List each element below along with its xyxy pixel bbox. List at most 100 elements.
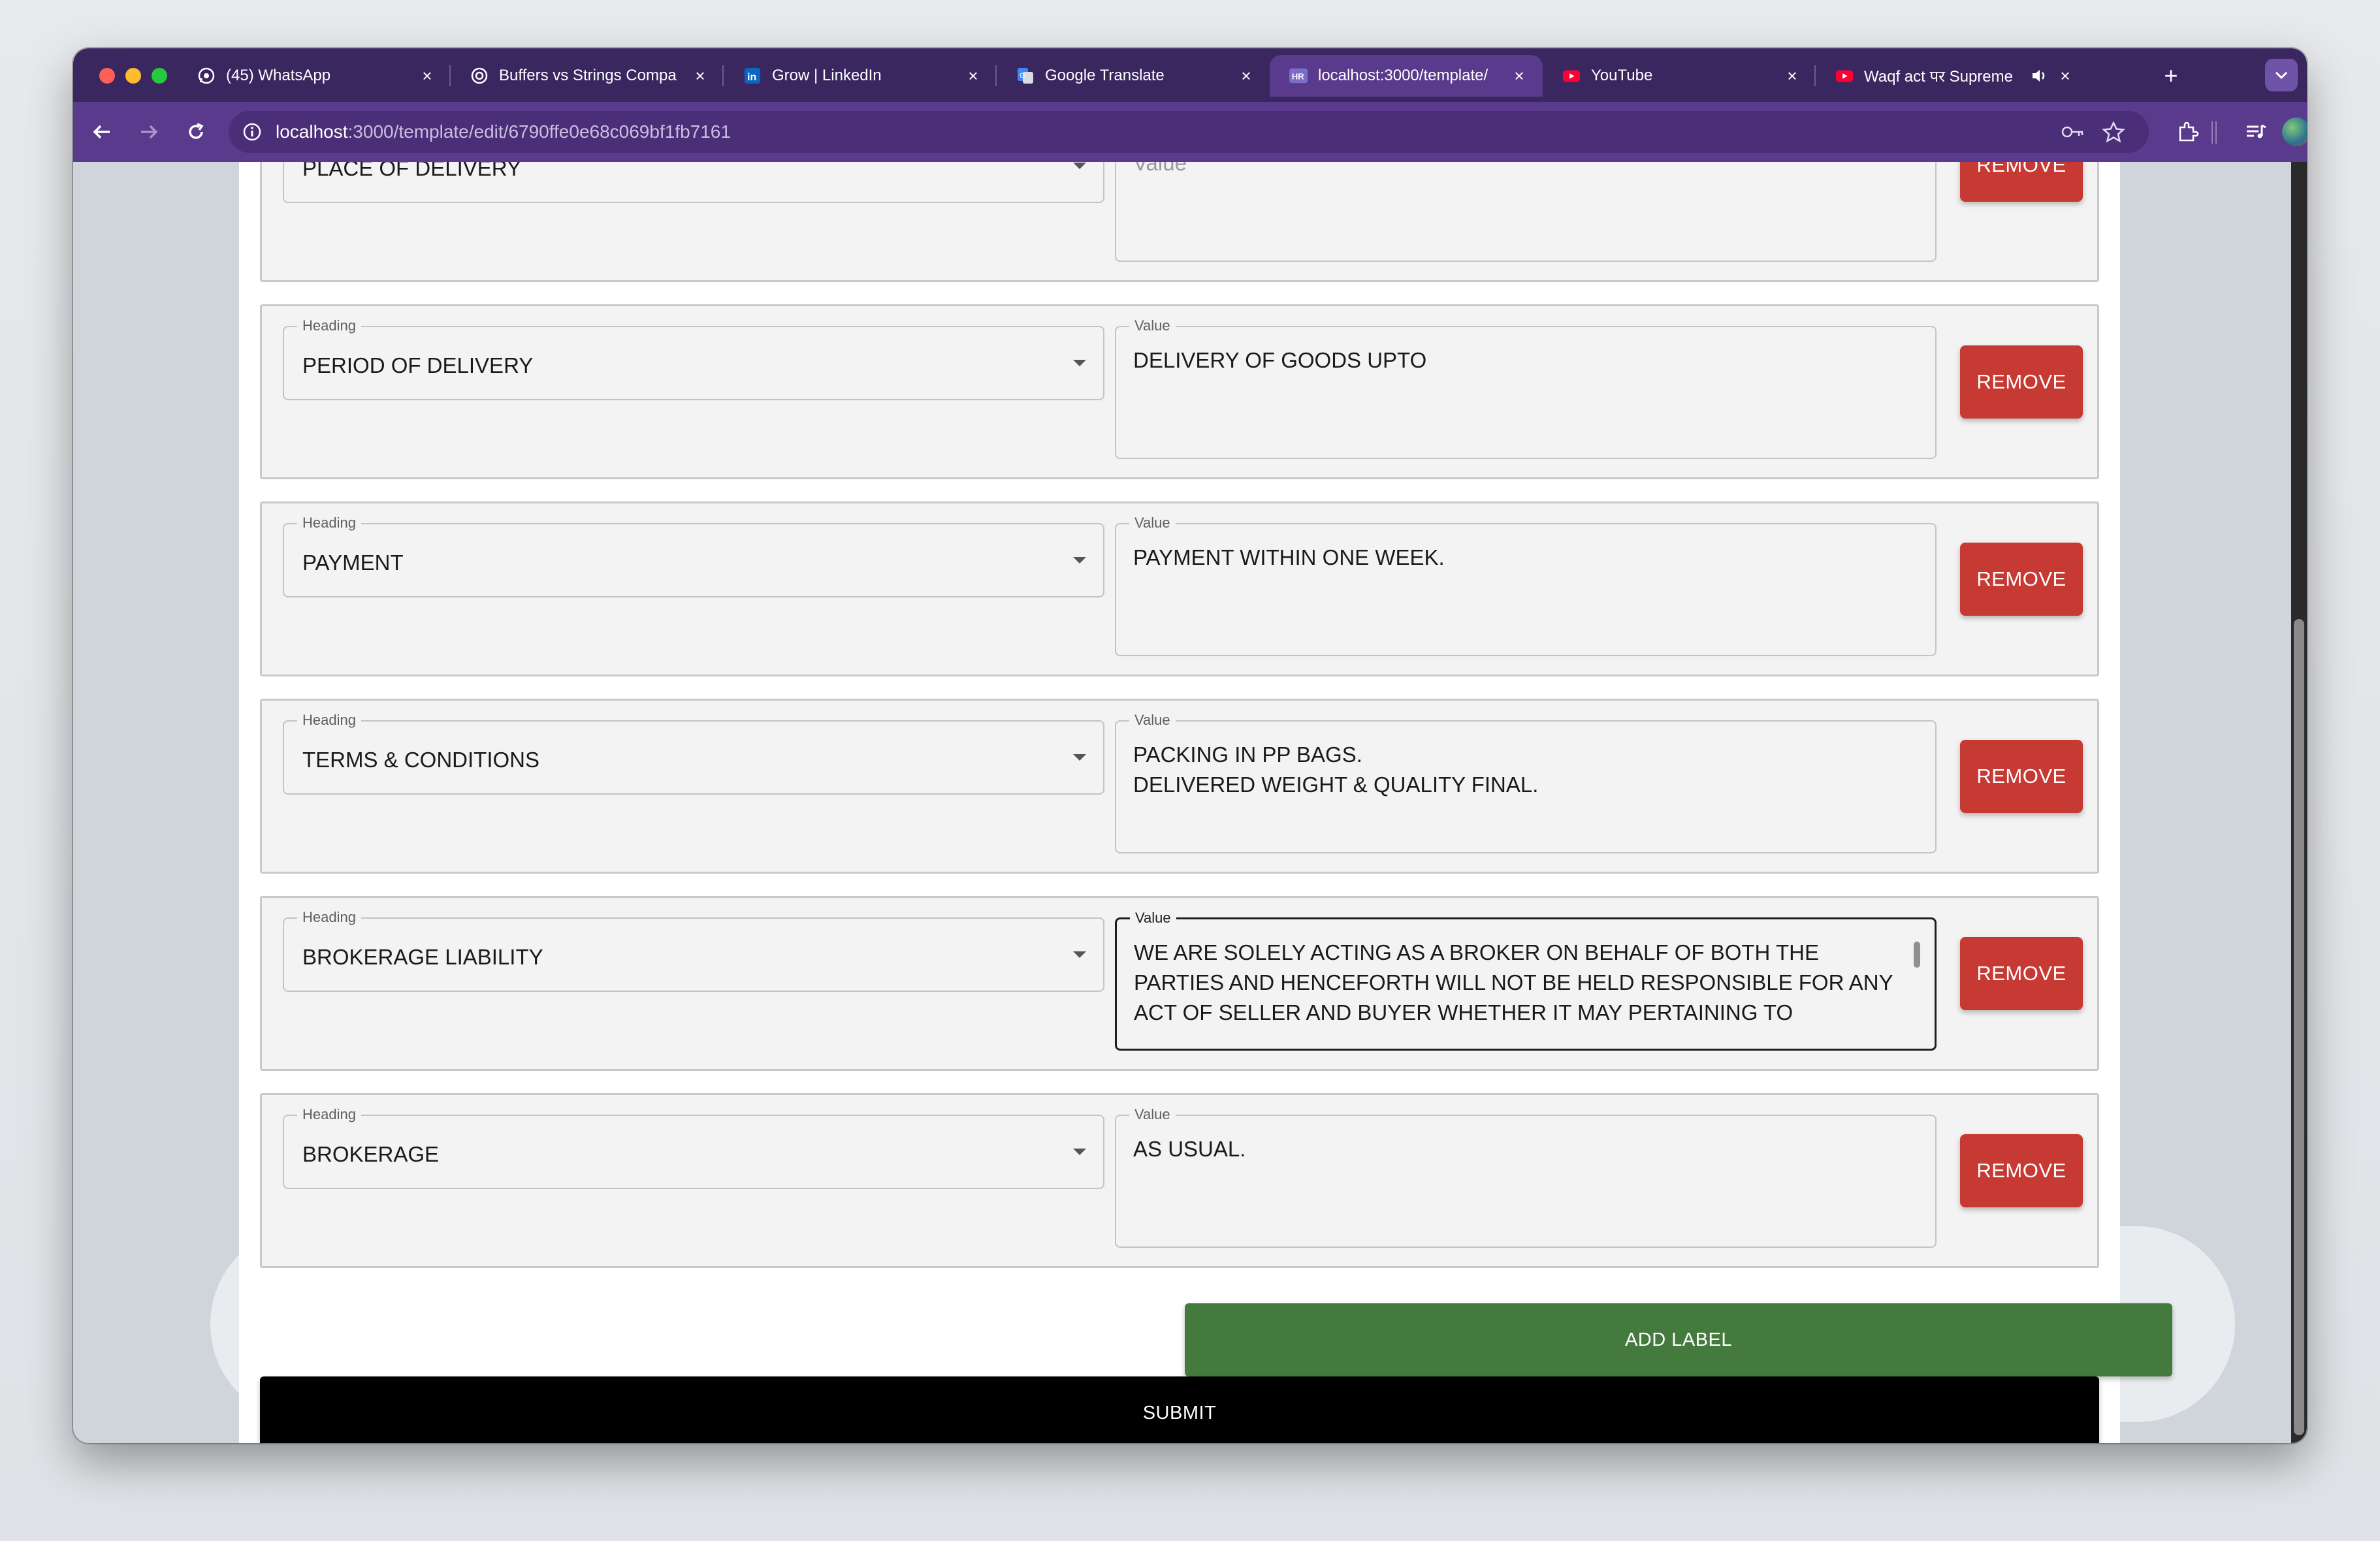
page-scrollbar[interactable] [2291, 162, 2307, 1443]
value-text: WE ARE SOLELY ACTING AS A BROKER ON BEHA… [1134, 940, 1893, 1025]
tab-buffers-vs-strings[interactable]: Buffers vs Strings Compa × [451, 55, 724, 97]
tab-title: localhost:3000/template/ [1318, 67, 1488, 84]
google-translate-icon: G [1016, 67, 1035, 85]
close-tab-icon[interactable]: × [691, 66, 709, 86]
password-key-icon[interactable] [2061, 120, 2085, 144]
close-tab-icon[interactable]: × [1237, 66, 1255, 86]
tab-localhost-template[interactable]: HR localhost:3000/template/ × [1270, 55, 1543, 97]
heading-select[interactable]: Heading PERIOD OF DELIVERY [283, 317, 1104, 400]
value-field-label: Value [1129, 711, 1176, 729]
dropdown-caret-icon[interactable] [1073, 951, 1086, 958]
profile-avatar[interactable] [2282, 118, 2307, 146]
label-row: Heading BROKERAGE Value AS USUAL. REMOVE [260, 1093, 2099, 1268]
tab-title: (45) WhatsApp [226, 67, 331, 84]
forward-arrow-icon[interactable] [133, 116, 165, 148]
dropdown-caret-icon[interactable] [1073, 1149, 1086, 1155]
heading-value: PLACE OF DELIVERY [302, 162, 522, 180]
new-tab-icon[interactable]: + [2158, 62, 2184, 89]
close-tab-icon[interactable]: × [1783, 66, 1801, 86]
heading-select[interactable]: Heading BROKERAGE [283, 1105, 1104, 1189]
heading-select[interactable]: Heading TERMS & CONDITIONS [283, 711, 1104, 795]
value-field-label: Value [1129, 317, 1176, 335]
remove-button[interactable]: REMOVE [1960, 162, 2083, 202]
tab-youtube[interactable]: YouTube × [1543, 55, 1816, 97]
bookmark-star-icon[interactable] [2102, 120, 2125, 144]
close-tab-icon[interactable]: × [2056, 66, 2074, 86]
value-text: AS USUAL. [1133, 1137, 1246, 1161]
remove-button[interactable]: REMOVE [1960, 543, 2083, 616]
hr-icon: HR [1289, 67, 1308, 85]
page-scroll-thumb[interactable] [2294, 619, 2304, 1435]
address-bar[interactable]: localhost:3000/template/edit/6790ffe0e68… [229, 111, 2149, 153]
heading-field-label: Heading [297, 908, 361, 927]
heading-value: TERMS & CONDITIONS [302, 748, 540, 772]
reload-icon[interactable] [180, 116, 212, 148]
whatsapp-icon [197, 67, 216, 85]
remove-button[interactable]: REMOVE [1960, 1134, 2083, 1207]
tab-title: Waqf act पर Supreme [1864, 67, 2013, 86]
heading-select[interactable]: Heading BROKERAGE LIABILITY [283, 908, 1104, 992]
tab-whatsapp[interactable]: (45) WhatsApp × [178, 55, 451, 97]
browser-toolbar: localhost:3000/template/edit/6790ffe0e68… [73, 102, 2307, 162]
heading-field-label: Heading [297, 317, 361, 335]
close-tab-icon[interactable]: × [964, 66, 982, 86]
dropdown-caret-icon[interactable] [1073, 754, 1086, 761]
tab-google-translate[interactable]: G Google Translate × [997, 55, 1270, 97]
remove-button[interactable]: REMOVE [1960, 740, 2083, 813]
heading-value: PAYMENT [302, 550, 404, 575]
heading-field-label: Heading [297, 514, 361, 532]
browser-window: (45) WhatsApp × Buffers vs Strings Compa… [73, 48, 2307, 1443]
label-row: Heading BROKERAGE LIABILITY Value WE ARE… [260, 896, 2099, 1071]
speaker-icon[interactable] [2030, 68, 2050, 84]
youtube-icon [1835, 67, 1854, 85]
value-text: PACKING IN PP BAGS. DELIVERED WEIGHT & Q… [1133, 742, 1539, 797]
chatgpt-icon [470, 67, 489, 85]
tab-strip: (45) WhatsApp × Buffers vs Strings Compa… [73, 48, 2307, 102]
page-viewport: Heading PLACE OF DELIVERY Value Value RE… [73, 162, 2307, 1443]
value-text: PAYMENT WITHIN ONE WEEK. [1133, 545, 1445, 569]
value-textarea[interactable]: Value DELIVERY OF GOODS UPTO [1115, 317, 1937, 459]
extensions-puzzle-icon[interactable] [2172, 116, 2204, 148]
site-info-icon[interactable] [242, 121, 263, 142]
tab-waqf-act[interactable]: Waqf act पर Supreme × [1816, 55, 2089, 97]
maximize-window-button[interactable] [152, 68, 167, 84]
textarea-scroll-thumb[interactable] [1914, 942, 1920, 968]
toolbar-separator [2211, 121, 2213, 144]
value-textarea[interactable]: Value WE ARE SOLELY ACTING AS A BROKER O… [1115, 909, 1937, 1051]
label-row: Heading TERMS & CONDITIONS Value PACKING… [260, 699, 2099, 874]
remove-button[interactable]: REMOVE [1960, 937, 2083, 1010]
value-textarea[interactable]: Value PAYMENT WITHIN ONE WEEK. [1115, 514, 1937, 656]
heading-value: PERIOD OF DELIVERY [302, 353, 534, 377]
remove-button[interactable]: REMOVE [1960, 345, 2083, 419]
minimize-window-button[interactable] [125, 68, 141, 84]
value-field-label: Value [1129, 1105, 1176, 1124]
value-field-label: Value [1130, 909, 1176, 927]
template-edit-card: Heading PLACE OF DELIVERY Value Value RE… [239, 162, 2172, 1443]
dropdown-caret-icon[interactable] [1073, 557, 1086, 564]
url-path: :3000/template/edit/6790ffe0e68c069bf1fb… [347, 121, 731, 142]
tab-linkedin[interactable]: in Grow | LinkedIn × [724, 55, 997, 97]
close-tab-icon[interactable]: × [1510, 66, 1528, 86]
close-window-button[interactable] [99, 68, 115, 84]
label-row: Heading PLACE OF DELIVERY Value Value RE… [260, 162, 2099, 282]
dropdown-caret-icon[interactable] [1073, 360, 1086, 366]
value-textarea[interactable]: Value Value [1115, 162, 1937, 262]
tab-title: Grow | LinkedIn [772, 67, 882, 84]
value-textarea[interactable]: Value PACKING IN PP BAGS. DELIVERED WEIG… [1115, 711, 1937, 853]
tab-title: Buffers vs Strings Compa [499, 67, 677, 84]
media-queue-icon[interactable] [2240, 116, 2272, 148]
tab-title: YouTube [1591, 67, 1653, 84]
back-arrow-icon[interactable] [86, 116, 118, 148]
heading-select[interactable]: Heading PAYMENT [283, 514, 1104, 597]
heading-select[interactable]: Heading PLACE OF DELIVERY [283, 162, 1104, 203]
value-textarea[interactable]: Value AS USUAL. [1115, 1105, 1937, 1248]
value-field-label: Value [1129, 514, 1176, 532]
heading-field-label: Heading [297, 711, 361, 729]
value-placeholder: Value [1133, 162, 1187, 175]
close-tab-icon[interactable]: × [418, 66, 436, 86]
submit-button[interactable]: SUBMIT [260, 1376, 2099, 1443]
tab-search-icon[interactable] [2265, 59, 2298, 91]
dropdown-caret-icon[interactable] [1073, 163, 1086, 169]
add-label-button[interactable]: ADD LABEL [1185, 1303, 2172, 1376]
svg-text:in: in [747, 72, 756, 83]
